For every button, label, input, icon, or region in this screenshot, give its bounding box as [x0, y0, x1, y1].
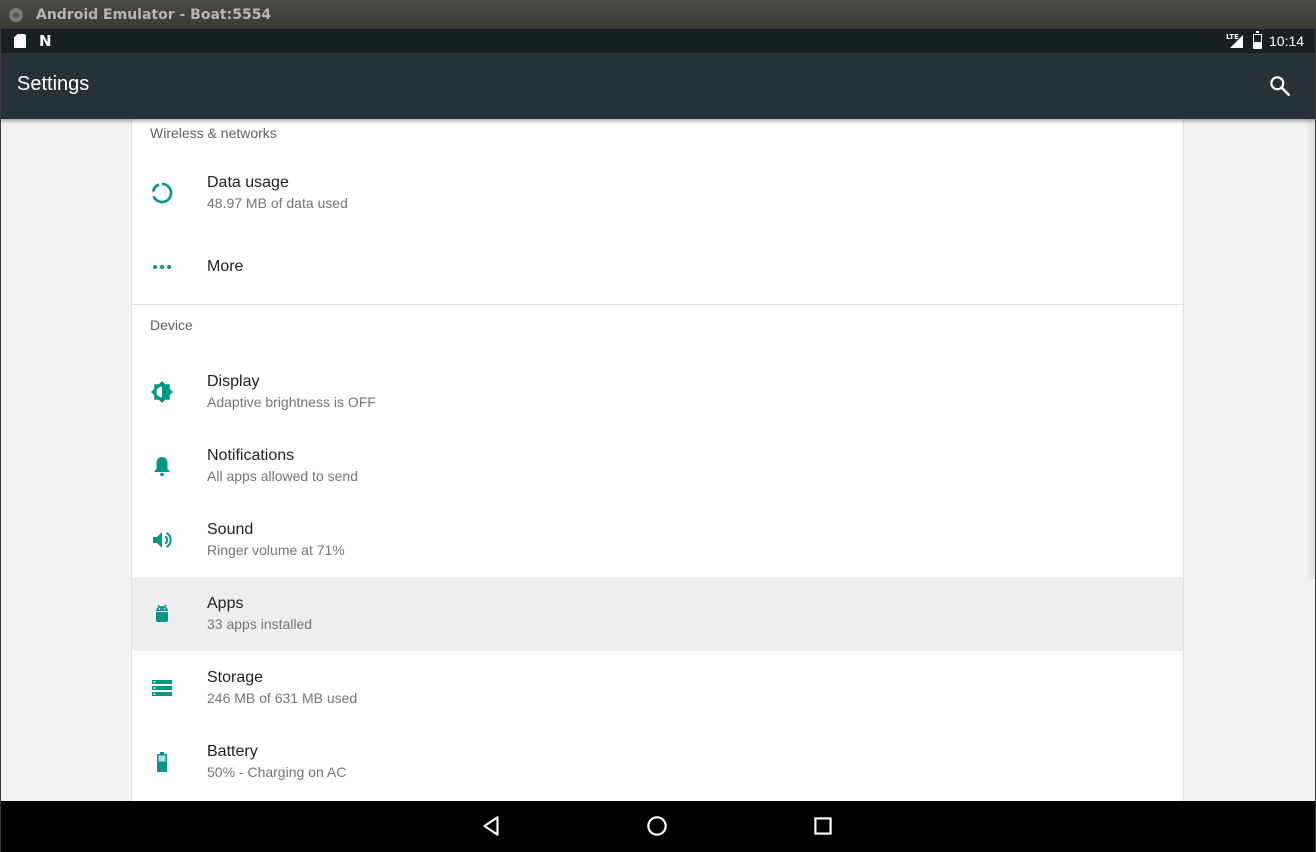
window-titlebar: Android Emulator - Boat:5554 — [0, 0, 1316, 30]
section-header-wireless: Wireless & networks — [150, 125, 277, 141]
storage-icon — [150, 676, 174, 700]
n-logo-icon: N — [39, 32, 52, 50]
window-title: Android Emulator - Boat:5554 — [36, 7, 272, 23]
setting-item-apps[interactable]: Apps 33 apps installed — [132, 577, 1183, 651]
android-icon — [150, 602, 174, 626]
page-title: Settings — [17, 73, 90, 95]
setting-label: Battery — [207, 743, 258, 760]
setting-summary: 48.97 MB of data used — [207, 195, 348, 211]
brightness-icon — [150, 380, 174, 404]
setting-label: Storage — [207, 669, 264, 686]
setting-label: Sound — [207, 521, 254, 538]
setting-item-sound[interactable]: Sound Ringer volume at 71% — [132, 503, 1183, 577]
home-button[interactable] — [644, 813, 670, 839]
signal-icon — [1230, 35, 1243, 48]
more-horiz-icon — [150, 255, 174, 279]
setting-summary: 50% - Charging on AC — [207, 764, 347, 780]
status-bar: N LTE 10:14 — [1, 29, 1315, 53]
section-header-device: Device — [150, 317, 193, 333]
bell-icon — [150, 454, 174, 478]
setting-summary: 246 MB of 631 MB used — [207, 690, 358, 706]
navigation-bar — [1, 801, 1315, 852]
setting-summary: Ringer volume at 71% — [207, 542, 345, 558]
recents-button[interactable] — [810, 813, 836, 839]
recents-icon — [814, 817, 832, 835]
emulator-screen: N LTE 10:14 Settings Wireless & networks — [1, 29, 1315, 852]
setting-summary: 33 apps installed — [207, 616, 313, 632]
setting-item-data-usage[interactable]: Data usage 48.97 MB of data used — [132, 156, 1183, 230]
app-bar: Settings — [1, 53, 1315, 119]
recents-edge-shadow — [1305, 119, 1315, 579]
setting-item-battery[interactable]: Battery 50% - Charging on AC — [132, 725, 1183, 799]
setting-label: Notifications — [207, 447, 295, 464]
home-icon — [647, 816, 667, 836]
settings-list: Wireless & networks Data usage 48.97 MB … — [131, 119, 1184, 803]
setting-item-storage[interactable]: Storage 246 MB of 631 MB used — [132, 651, 1183, 725]
window-close-button[interactable] — [9, 8, 23, 22]
setting-summary: All apps allowed to send — [207, 468, 358, 484]
setting-item-more[interactable]: More — [132, 230, 1183, 304]
setting-label: More — [207, 258, 244, 275]
setting-label: Display — [207, 373, 260, 390]
volume-icon — [150, 528, 174, 552]
status-clock: 10:14 — [1269, 33, 1305, 49]
search-icon — [1270, 76, 1290, 96]
setting-item-display[interactable]: Display Adaptive brightness is OFF — [132, 355, 1183, 429]
setting-summary: Adaptive brightness is OFF — [207, 394, 376, 410]
search-button[interactable] — [1267, 73, 1293, 99]
battery-status-icon — [1253, 31, 1262, 49]
data-usage-icon — [150, 181, 174, 205]
back-icon — [483, 816, 499, 836]
setting-item-notifications[interactable]: Notifications All apps allowed to send — [132, 429, 1183, 503]
setting-label: Data usage — [207, 174, 289, 191]
setting-label: Apps — [207, 595, 244, 612]
back-button[interactable] — [478, 813, 504, 839]
sd-card-icon — [14, 34, 26, 48]
battery-icon — [150, 750, 174, 774]
